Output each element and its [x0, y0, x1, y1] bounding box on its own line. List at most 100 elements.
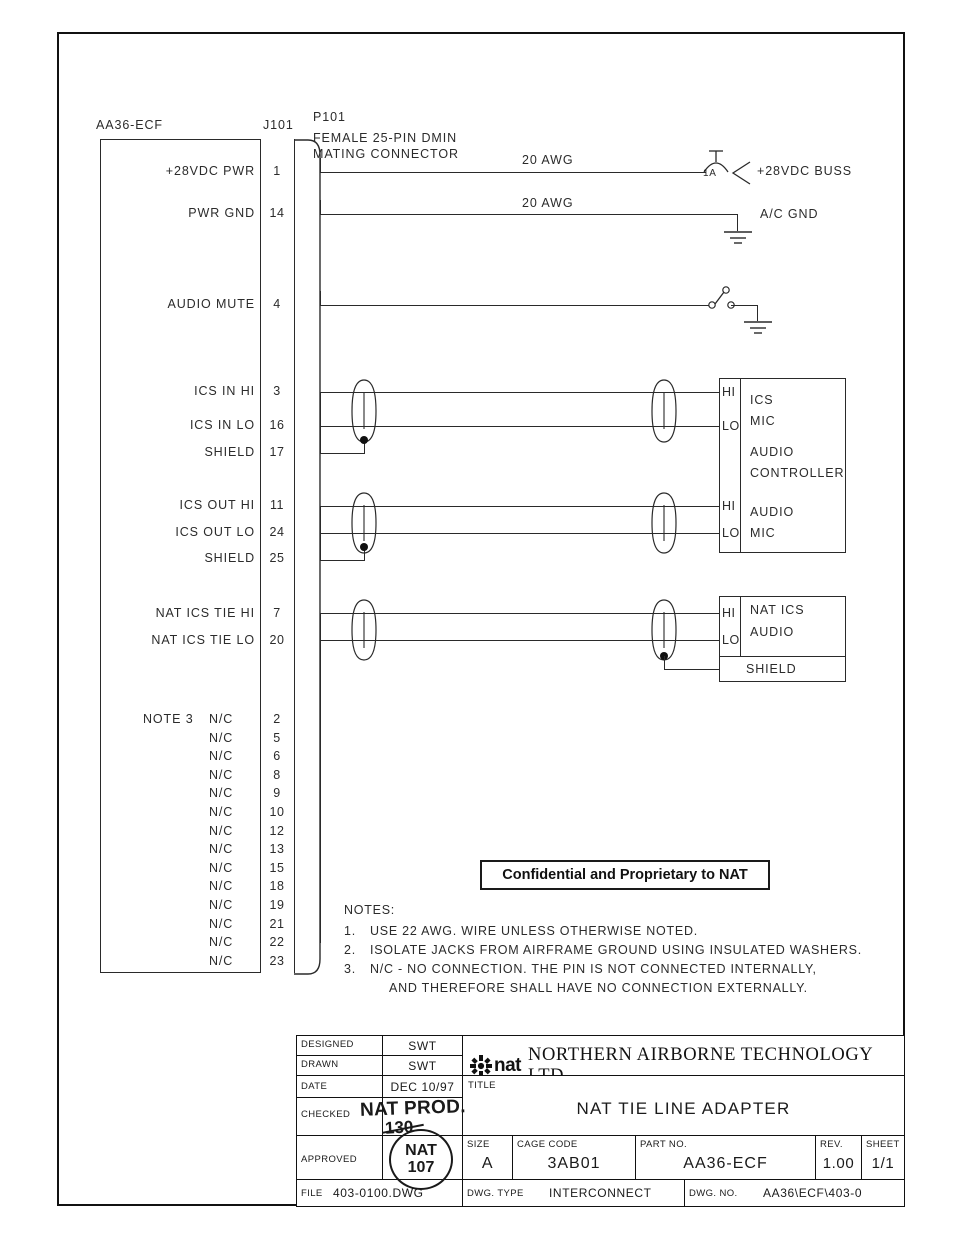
nc-pin-number-11: 21 — [269, 916, 285, 931]
nc-pin-number-8: 15 — [269, 860, 285, 875]
nc-label-4: N/C — [209, 786, 234, 801]
cage-value: 3AB01 — [547, 1155, 601, 1172]
audio-controller-line-3: AUDIO — [750, 445, 795, 459]
connector-outline — [294, 139, 321, 975]
audio-controller-line-6: MIC — [750, 526, 776, 540]
approved-label: APPROVED — [301, 1154, 357, 1165]
nc-pin-number-4: 9 — [273, 786, 281, 801]
audio-controller-pin-divider — [740, 378, 741, 553]
rev-value: 1.00 — [822, 1155, 855, 1172]
nc-pin-number-13: 23 — [269, 953, 285, 968]
wire-mute-gnd — [731, 305, 758, 306]
wire-nat-ics-bus — [320, 613, 321, 943]
dwg-type-label: DWG. TYPE — [467, 1188, 524, 1199]
shield-loop-nat-ics-left — [346, 597, 382, 668]
sheet-label: SHEET — [866, 1139, 900, 1150]
cell-dwg-type: DWG. TYPE INTERCONNECT — [463, 1180, 685, 1206]
nc-pin-number-0: 2 — [273, 712, 281, 726]
part-value: AA36-ECF — [683, 1155, 768, 1172]
cell-date: DATE — [297, 1076, 383, 1098]
wire-audio-mute-stub — [320, 291, 321, 305]
wire-pwr-gnd — [320, 214, 738, 215]
approval-stamp-circle: NAT 107 — [389, 1129, 453, 1190]
cell-part: PART NO. AA36-ECF — [636, 1136, 816, 1180]
cell-cage: CAGE CODE 3AB01 — [513, 1136, 636, 1180]
signal-label-7: ICS OUT LO — [175, 525, 255, 539]
nat-logo-icon: nat — [470, 1055, 522, 1075]
signal-label-8: SHIELD — [204, 551, 255, 565]
cell-approved: APPROVED — [297, 1136, 383, 1180]
wire-ics-out-bus — [320, 506, 321, 561]
cell-sheet: SHEET 1/1 — [862, 1136, 904, 1180]
signal-label-4: ICS IN LO — [189, 418, 255, 432]
title-label: TITLE — [468, 1080, 496, 1091]
audio-controller-line-1: ICS — [750, 393, 774, 407]
nc-pin-number-2: 6 — [273, 749, 281, 764]
size-value: A — [481, 1155, 494, 1172]
nc-pin-number-1: 5 — [273, 730, 281, 745]
title-value: NAT TIE LINE ADAPTER — [576, 1099, 791, 1118]
mating-ref-label: P101 — [313, 110, 346, 124]
cell-drawn: DRAWN — [297, 1056, 383, 1076]
rev-label: REV. — [820, 1139, 843, 1150]
audio-controller-pin-lo-2: LO — [722, 526, 740, 540]
designed-value: SWT — [408, 1039, 437, 1053]
pin-number-9: 7 — [273, 606, 281, 620]
notes-heading-text: NOTES: — [344, 903, 396, 917]
mating-line-1: FEMALE 25-PIN DMIN — [313, 131, 458, 145]
mute-switch-icon — [706, 285, 750, 320]
nat-ics-line-2: AUDIO — [750, 625, 795, 639]
signal-label-10: NAT ICS TIE LO — [151, 633, 255, 647]
wire-pwr-gnd-stub — [320, 200, 321, 214]
cell-title: TITLE NAT TIE LINE ADAPTER — [463, 1076, 904, 1136]
nc-label-1: N/C — [209, 730, 234, 745]
nat-ics-shield-divider — [719, 656, 846, 657]
junction-dot-shield-17 — [360, 436, 368, 444]
nc-label-12: N/C — [209, 935, 234, 950]
nc-pin-number-12: 22 — [269, 935, 285, 950]
shield-loop-ics-out-right — [646, 490, 682, 561]
audio-controller-line-4: CONTROLLER — [750, 466, 845, 480]
nat-ics-line-1: NAT ICS — [750, 603, 805, 617]
notes-block: NOTES: 1. USE 22 AWG. WIRE UNLESS OTHERW… — [344, 903, 884, 1000]
nc-pin-number-10: 19 — [269, 898, 285, 912]
signal-label-9: NAT ICS TIE HI — [155, 606, 255, 620]
checked-label: CHECKED — [301, 1109, 351, 1120]
signal-label-5: SHIELD — [204, 445, 255, 459]
confidential-stamp: Confidential and Proprietary to NAT — [480, 860, 770, 890]
cell-dwg-no: DWG. NO. AA36\ECF\403-0 — [685, 1180, 904, 1206]
nc-label-2: N/C — [209, 749, 234, 764]
signal-label-6: ICS OUT HI — [179, 498, 255, 512]
part-label: PART NO. — [640, 1139, 688, 1150]
wire-audio-mute — [320, 305, 709, 306]
nc-label-3: N/C — [209, 767, 234, 782]
cell-drawn-value: SWT — [383, 1056, 463, 1076]
signal-label-1: PWR GND — [188, 206, 255, 220]
cell-date-value: DEC 10/97 — [383, 1076, 463, 1098]
cell-designed-value: SWT — [383, 1036, 463, 1056]
drawing-sheet: AA36-ECF J101 P101 FEMALE 25-PIN DMIN MA… — [0, 0, 954, 1234]
mating-line-2: MATING CONNECTOR — [313, 147, 459, 161]
note-num-0: 1. — [344, 924, 356, 938]
note-row-0: 1. USE 22 AWG. WIRE UNLESS OTHERWISE NOT… — [344, 924, 884, 943]
date-value: DEC 10/97 — [390, 1080, 455, 1094]
breaker-rating-label: 1A — [703, 168, 717, 179]
cell-designed: DESIGNED — [297, 1036, 383, 1056]
awg-label-power: 20 AWG — [522, 153, 574, 167]
note-row-2: 3. N/C - NO CONNECTION. THE PIN IS NOT C… — [344, 962, 884, 981]
nat-ics-pin-lo: LO — [722, 633, 740, 647]
pin-number-10: 20 — [269, 633, 285, 647]
sheet-value: 1/1 — [871, 1155, 895, 1172]
shield-loop-ics-in-right — [646, 377, 682, 450]
nc-pin-number-3: 8 — [273, 767, 281, 782]
nat-ics-pin-hi: HI — [722, 606, 736, 620]
signal-label-2: AUDIO MUTE — [167, 297, 255, 311]
nc-label-13: N/C — [209, 953, 234, 968]
junction-dot-shield-25 — [360, 543, 368, 551]
awg-label-gnd: 20 AWG — [522, 196, 574, 210]
audio-controller-pin-hi-2: HI — [722, 499, 736, 513]
nc-pin-number-6: 12 — [269, 823, 285, 838]
audio-controller-line-2: MIC — [750, 414, 776, 428]
designed-label: DESIGNED — [301, 1039, 354, 1050]
note-text-1: ISOLATE JACKS FROM AIRFRAME GROUND USING… — [370, 943, 862, 957]
